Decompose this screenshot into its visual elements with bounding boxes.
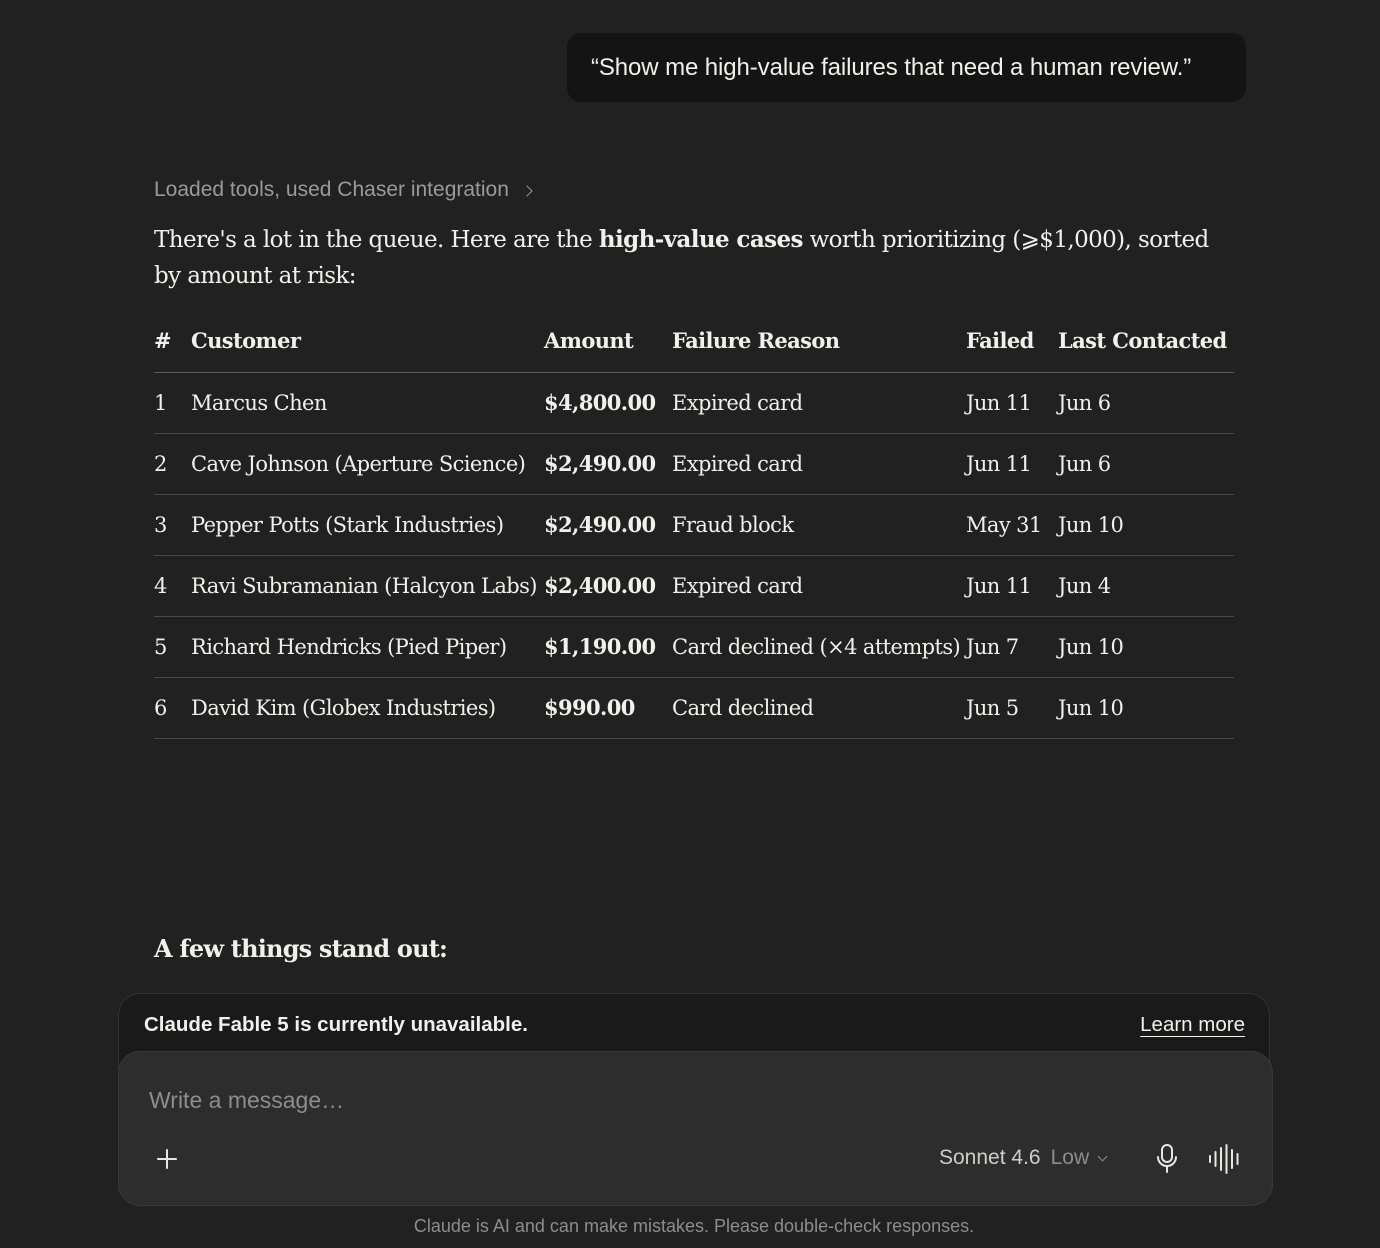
- row-customer: Cave Johnson (Aperture Science): [191, 433, 544, 495]
- row-last-contacted: Jun 10: [1058, 616, 1234, 678]
- tool-usage-toggle[interactable]: Loaded tools, used Chaser integration: [154, 178, 533, 202]
- tool-usage-label: Loaded tools, used Chaser integration: [154, 178, 509, 201]
- row-amount: $2,400.00: [544, 555, 672, 617]
- chevron-right-icon: [521, 184, 533, 197]
- row-num: 1: [154, 372, 191, 434]
- row-customer: Ravi Subramanian (Halcyon Labs): [191, 555, 544, 617]
- header-last-contacted: Last Contacted: [1058, 323, 1234, 373]
- microphone-icon: [1157, 1144, 1177, 1173]
- row-failed: Jun 11: [966, 433, 1058, 495]
- row-failure-reason: Card declined: [672, 677, 966, 739]
- row-last-contacted: Jun 10: [1058, 677, 1234, 739]
- learn-more-link[interactable]: Learn more: [1140, 1013, 1245, 1037]
- row-failed: Jun 5: [966, 677, 1058, 739]
- row-failure-reason: Expired card: [672, 433, 966, 495]
- voice-mode-button[interactable]: [1207, 1142, 1243, 1176]
- row-failed: Jun 7: [966, 616, 1058, 678]
- row-num: 6: [154, 677, 191, 739]
- row-failed: Jun 11: [966, 555, 1058, 617]
- row-amount: $2,490.00: [544, 433, 672, 495]
- chevron-down-icon: [1097, 1151, 1108, 1161]
- table-header-row: # Customer Amount Failure Reason Failed …: [154, 323, 1234, 373]
- row-amount: $2,490.00: [544, 494, 672, 556]
- table-row: 2 Cave Johnson (Aperture Science) $2,490…: [154, 433, 1234, 495]
- row-num: 4: [154, 555, 191, 617]
- row-customer: Marcus Chen: [191, 372, 544, 434]
- model-effort: Low: [1050, 1146, 1090, 1169]
- row-failure-reason: Expired card: [672, 555, 966, 617]
- row-num: 3: [154, 494, 191, 556]
- dictation-button[interactable]: [1151, 1142, 1183, 1176]
- model-name: Sonnet 4.6: [939, 1146, 1041, 1169]
- header-num: #: [154, 323, 191, 373]
- row-failed: Jun 11: [966, 372, 1058, 434]
- row-last-contacted: Jun 4: [1058, 555, 1234, 617]
- intro-text-bold: high-value cases: [598, 226, 804, 253]
- message-input[interactable]: [149, 1082, 1239, 1118]
- voice-waveform-icon: [1209, 1144, 1239, 1174]
- message-composer: Sonnet 4.6 Low: [118, 1051, 1273, 1206]
- row-last-contacted: Jun 6: [1058, 372, 1234, 434]
- assistant-intro-paragraph: There's a lot in the queue. Here are the…: [154, 222, 1214, 294]
- row-failure-reason: Expired card: [672, 372, 966, 434]
- header-customer: Customer: [191, 323, 544, 373]
- user-message-bubble: “Show me high-value failures that need a…: [567, 33, 1246, 102]
- intro-text-before: There's a lot in the queue. Here are the: [154, 227, 599, 253]
- row-failure-reason: Card declined (×4 attempts): [672, 616, 966, 678]
- table-row: 4 Ravi Subramanian (Halcyon Labs) $2,400…: [154, 555, 1234, 617]
- high-value-cases-table: # Customer Amount Failure Reason Failed …: [154, 323, 1234, 739]
- row-customer: Pepper Potts (Stark Industries): [191, 494, 544, 556]
- row-failed: May 31: [966, 494, 1058, 556]
- model-selector[interactable]: Sonnet 4.6 Low: [939, 1146, 1108, 1170]
- user-message-text: “Show me high-value failures that need a…: [591, 53, 1192, 81]
- table-row: 3 Pepper Potts (Stark Industries) $2,490…: [154, 494, 1234, 556]
- standout-heading: A few things stand out:: [154, 934, 448, 963]
- row-amount: $1,190.00: [544, 616, 672, 678]
- row-amount: $4,800.00: [544, 372, 672, 434]
- row-last-contacted: Jun 6: [1058, 433, 1234, 495]
- notice-message: Claude Fable 5 is currently unavailable.: [144, 1013, 528, 1036]
- row-last-contacted: Jun 10: [1058, 494, 1234, 556]
- table-row: 5 Richard Hendricks (Pied Piper) $1,190.…: [154, 616, 1234, 678]
- row-num: 5: [154, 616, 191, 678]
- table-row: 1 Marcus Chen $4,800.00 Expired card Jun…: [154, 372, 1234, 434]
- add-attachment-button[interactable]: [149, 1141, 185, 1177]
- row-amount: $990.00: [544, 677, 672, 739]
- ai-disclaimer: Claude is AI and can make mistakes. Plea…: [413, 1216, 975, 1236]
- table-row: 6 David Kim (Globex Industries) $990.00 …: [154, 677, 1234, 739]
- row-failure-reason: Fraud block: [672, 494, 966, 556]
- header-amount: Amount: [544, 323, 672, 373]
- row-num: 2: [154, 433, 191, 495]
- header-failed: Failed: [966, 323, 1058, 373]
- row-customer: David Kim (Globex Industries): [191, 677, 544, 739]
- row-customer: Richard Hendricks (Pied Piper): [191, 616, 544, 678]
- header-failure-reason: Failure Reason: [672, 323, 966, 373]
